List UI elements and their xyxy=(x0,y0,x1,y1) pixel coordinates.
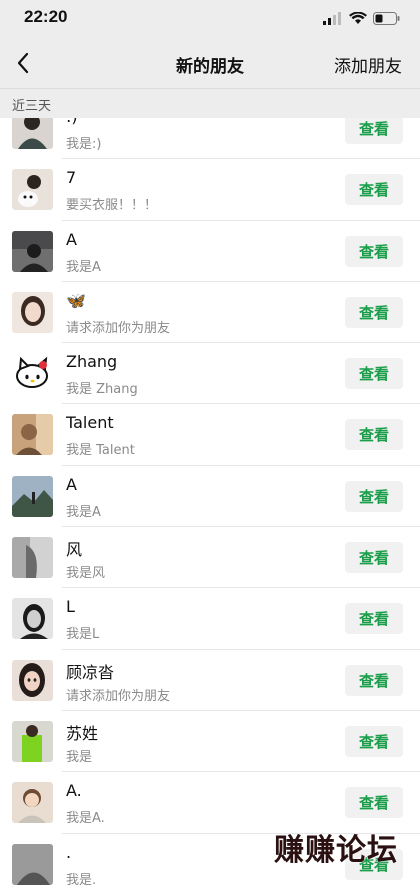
friend-name: 风 xyxy=(66,540,83,560)
friend-request-message: 我是. xyxy=(66,872,97,888)
avatar[interactable] xyxy=(12,291,53,333)
view-button[interactable]: 查看 xyxy=(345,358,403,390)
signal-icon xyxy=(323,11,341,25)
avatar[interactable] xyxy=(12,230,53,272)
section-header: 近三天 xyxy=(0,88,420,118)
list-item[interactable]: Talent 我是 Talent 查看 xyxy=(0,404,420,467)
avatar[interactable] xyxy=(12,720,53,762)
friend-request-message: 我是:) xyxy=(66,137,102,152)
friend-request-message: 我是A. xyxy=(66,811,105,827)
list-item[interactable]: :) 我是:) 查看 xyxy=(0,118,420,160)
friend-request-message: 我是风 xyxy=(66,566,106,582)
avatar[interactable] xyxy=(12,782,53,824)
view-button[interactable]: 查看 xyxy=(345,542,403,574)
friend-name: Zhang xyxy=(66,352,118,372)
list-item[interactable]: 🦋 请求添加你为朋友 查看 xyxy=(0,281,420,344)
list-item[interactable]: 风我是风 查看 xyxy=(0,527,420,589)
friend-name: :) xyxy=(66,118,78,126)
view-button[interactable]: 查看 xyxy=(345,235,403,267)
friend-name: Talent xyxy=(66,413,114,433)
status-bar: 22:20 xyxy=(0,0,420,36)
friend-request-list-inner: :)我是:)查看7要买衣服！！！查看A我是A查看🦋请求添加你为朋友查看Zhang… xyxy=(0,118,420,893)
avatar[interactable] xyxy=(12,414,53,456)
view-button[interactable]: 查看 xyxy=(345,603,403,635)
friend-request-message: 我是L xyxy=(66,627,100,643)
friend-request-message: 我是 Zhang xyxy=(66,382,138,398)
avatar[interactable] xyxy=(12,843,53,885)
friend-request-message: 我是 xyxy=(66,749,93,765)
friend-name: 顾凉沓 xyxy=(66,662,115,682)
view-button[interactable]: 查看 xyxy=(345,664,403,696)
view-button[interactable]: 查看 xyxy=(345,174,403,206)
list-item[interactable]: A 我是A 查看 xyxy=(0,465,420,528)
list-item[interactable]: Zhang 我是 Zhang 查看 xyxy=(0,343,420,405)
friend-request-message: 我是A xyxy=(66,504,101,520)
view-button[interactable]: 查看 xyxy=(345,419,403,451)
list-item[interactable]: 顾凉沓请求添加你为朋友 查看 xyxy=(0,649,420,712)
view-button[interactable]: 查看 xyxy=(345,296,403,328)
list-item[interactable]: A 我是A 查看 xyxy=(0,220,420,283)
friend-name: A. xyxy=(66,781,82,801)
section-label: 近三天 xyxy=(12,99,52,114)
friend-name: 7 xyxy=(66,168,77,188)
avatar[interactable] xyxy=(12,537,53,579)
watermark: 赚赚论坛 xyxy=(274,833,398,868)
list-item[interactable]: L 我是L 查看 xyxy=(0,588,420,650)
friend-name: 🦋 xyxy=(66,290,86,310)
friend-name: A xyxy=(66,474,77,494)
friend-request-message: 要买衣服！！！ xyxy=(66,198,158,214)
view-button[interactable]: 查看 xyxy=(345,118,403,144)
avatar[interactable] xyxy=(12,475,53,517)
nav-bar: 新的朋友 添加朋友 xyxy=(0,36,420,88)
friend-request-message: 我是 Talent xyxy=(66,443,135,459)
view-button[interactable]: 查看 xyxy=(345,725,403,757)
avatar[interactable] xyxy=(12,118,53,149)
avatar[interactable] xyxy=(12,659,53,701)
status-icons xyxy=(323,10,400,26)
friend-name: 苏姓 xyxy=(66,723,99,743)
list-item[interactable]: 7 要买衣服！！！ 查看 xyxy=(0,159,420,221)
list-item[interactable]: 苏姓我是 查看 xyxy=(0,710,420,773)
friend-name: L xyxy=(66,597,75,617)
battery-icon xyxy=(373,11,400,25)
view-button[interactable]: 查看 xyxy=(345,480,403,512)
avatar[interactable] xyxy=(12,598,53,640)
view-button[interactable]: 查看 xyxy=(345,787,403,819)
add-friend-button[interactable]: 添加朋友 xyxy=(334,52,402,77)
friend-request-message: 我是A xyxy=(66,259,101,275)
avatar[interactable] xyxy=(12,353,53,395)
avatar[interactable] xyxy=(12,169,53,211)
friend-request-list[interactable]: :)我是:)查看7要买衣服！！！查看A我是A查看🦋请求添加你为朋友查看Zhang… xyxy=(0,118,420,893)
wifi-icon xyxy=(349,11,367,24)
friend-request-message: 请求添加你为朋友 xyxy=(66,688,171,704)
status-time: 22:20 xyxy=(24,7,68,26)
friend-name: A xyxy=(66,229,77,249)
friend-name: . xyxy=(66,842,72,862)
friend-request-message: 请求添加你为朋友 xyxy=(66,320,171,336)
